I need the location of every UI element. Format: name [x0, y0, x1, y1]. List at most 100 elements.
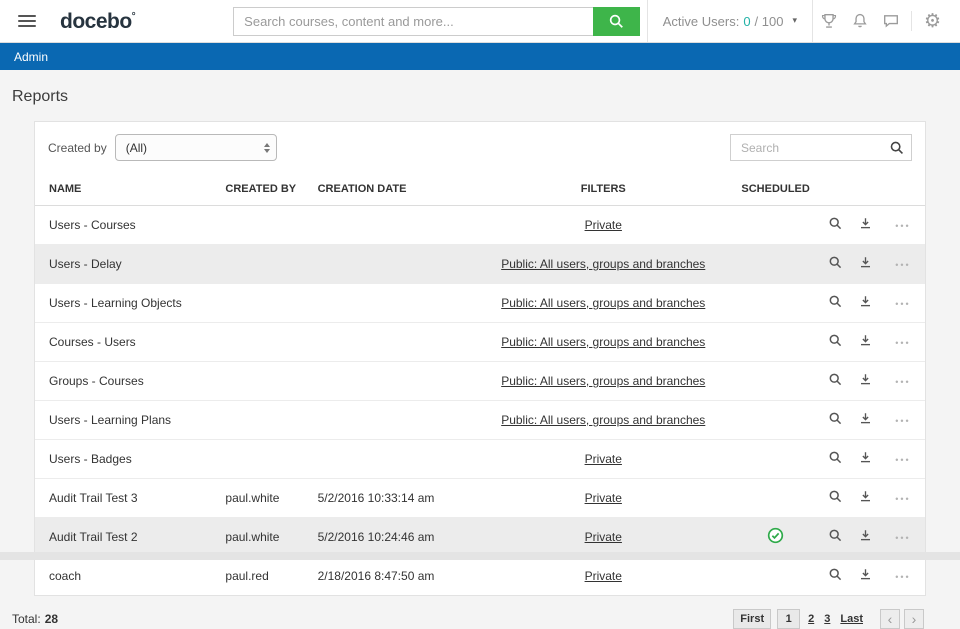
more-options-icon[interactable]: •••: [895, 533, 910, 543]
column-header-scheduled: SCHEDULED: [731, 173, 821, 206]
global-search-button[interactable]: [593, 7, 640, 36]
preview-search-icon[interactable]: [828, 528, 843, 546]
table-row[interactable]: Users - Delay Public: All users, groups …: [35, 245, 925, 284]
column-header-actions: [881, 173, 925, 206]
active-users-dropdown[interactable]: Active Users: 0 / 100 ▾: [647, 0, 813, 42]
report-filters-link[interactable]: Public: All users, groups and branches: [501, 335, 705, 349]
preview-search-icon[interactable]: [828, 216, 843, 234]
preview-search-icon[interactable]: [828, 411, 843, 429]
report-created-by: paul.white: [217, 479, 309, 518]
download-report-icon[interactable]: [858, 489, 873, 507]
preview-search-icon[interactable]: [828, 567, 843, 585]
report-created-by: paul.white: [217, 518, 309, 557]
table-row[interactable]: coach paul.red 2/18/2016 8:47:50 am Priv…: [35, 557, 925, 596]
top-bar: docebo ° Active Users: 0 / 100 ▾ ⚙: [0, 0, 960, 43]
preview-search-icon[interactable]: [828, 333, 843, 351]
report-name[interactable]: Groups - Courses: [35, 362, 217, 401]
table-row[interactable]: Audit Trail Test 3 paul.white 5/2/2016 1…: [35, 479, 925, 518]
report-created-by: paul.red: [217, 557, 309, 596]
report-filters-link[interactable]: Private: [585, 530, 622, 544]
more-options-icon[interactable]: •••: [895, 494, 910, 504]
download-report-icon[interactable]: [858, 372, 873, 390]
report-creation-date: [310, 362, 476, 401]
hamburger-menu-icon[interactable]: [18, 15, 36, 27]
pagination-first[interactable]: First: [733, 609, 771, 629]
report-name[interactable]: Users - Learning Plans: [35, 401, 217, 440]
more-options-icon[interactable]: •••: [895, 338, 910, 348]
report-name[interactable]: Users - Delay: [35, 245, 217, 284]
download-report-icon[interactable]: [858, 216, 873, 234]
notifications-bell-icon[interactable]: [844, 0, 875, 42]
admin-breadcrumb[interactable]: Admin: [14, 50, 48, 64]
report-creation-date: 5/2/2016 10:33:14 am: [310, 479, 476, 518]
table-row[interactable]: Groups - Courses Public: All users, grou…: [35, 362, 925, 401]
table-row[interactable]: Users - Learning Plans Public: All users…: [35, 401, 925, 440]
report-filters-link[interactable]: Private: [585, 218, 622, 232]
report-name[interactable]: Users - Courses: [35, 206, 217, 245]
report-name[interactable]: Users - Learning Objects: [35, 284, 217, 323]
pagination-prev-icon[interactable]: ‹: [880, 609, 900, 629]
page-title: Reports: [12, 88, 960, 106]
preview-search-icon[interactable]: [828, 372, 843, 390]
created-by-selected-value: (All): [126, 141, 147, 155]
settings-gear-icon[interactable]: ⚙: [917, 0, 948, 42]
report-name[interactable]: Users - Badges: [35, 440, 217, 479]
pagination-page-2[interactable]: 2: [808, 613, 814, 625]
more-options-icon[interactable]: •••: [895, 572, 910, 582]
table-row[interactable]: Users - Courses Private •••: [35, 206, 925, 245]
admin-bar: Admin: [0, 43, 960, 70]
preview-search-icon[interactable]: [828, 294, 843, 312]
report-filters-link[interactable]: Public: All users, groups and branches: [501, 374, 705, 388]
logo-degree-mark: °: [132, 12, 136, 22]
scheduled-check-icon: [767, 527, 784, 544]
download-report-icon[interactable]: [858, 333, 873, 351]
table-row[interactable]: Users - Badges Private •••: [35, 440, 925, 479]
table-row[interactable]: Users - Learning Objects Public: All use…: [35, 284, 925, 323]
table-search: [730, 134, 912, 161]
download-report-icon[interactable]: [858, 255, 873, 273]
report-filters-link[interactable]: Private: [585, 569, 622, 583]
more-options-icon[interactable]: •••: [895, 221, 910, 231]
report-filters-link[interactable]: Public: All users, groups and branches: [501, 296, 705, 310]
preview-search-icon[interactable]: [828, 489, 843, 507]
search-icon[interactable]: [889, 140, 905, 161]
preview-search-icon[interactable]: [828, 450, 843, 468]
horizontal-scrollbar[interactable]: [0, 552, 960, 560]
download-report-icon[interactable]: [858, 567, 873, 585]
more-options-icon[interactable]: •••: [895, 416, 910, 426]
preview-search-icon[interactable]: [828, 255, 843, 273]
pagination-next-icon[interactable]: ›: [904, 609, 924, 629]
pagination-last[interactable]: Last: [840, 613, 863, 625]
pagination-page-1[interactable]: 1: [777, 609, 800, 629]
download-report-icon[interactable]: [858, 294, 873, 312]
column-header-filters: FILTERS: [476, 173, 731, 206]
reports-table: NAME CREATED BY CREATION DATE FILTERS SC…: [35, 173, 925, 595]
created-by-select[interactable]: (All): [115, 134, 277, 161]
report-created-by: [217, 440, 309, 479]
global-search-bar: [233, 7, 640, 36]
pagination-page-3[interactable]: 3: [824, 613, 830, 625]
messages-chat-icon[interactable]: [875, 0, 906, 42]
download-report-icon[interactable]: [858, 411, 873, 429]
report-name[interactable]: Audit Trail Test 3: [35, 479, 217, 518]
docebo-logo[interactable]: docebo °: [60, 11, 135, 32]
report-name[interactable]: coach: [35, 557, 217, 596]
table-search-input[interactable]: [730, 134, 912, 161]
report-name[interactable]: Audit Trail Test 2: [35, 518, 217, 557]
more-options-icon[interactable]: •••: [895, 455, 910, 465]
report-filters-link[interactable]: Private: [585, 491, 622, 505]
more-options-icon[interactable]: •••: [895, 299, 910, 309]
report-filters-link[interactable]: Public: All users, groups and branches: [501, 413, 705, 427]
table-row[interactable]: Courses - Users Public: All users, group…: [35, 323, 925, 362]
more-options-icon[interactable]: •••: [895, 260, 910, 270]
report-filters-link[interactable]: Public: All users, groups and branches: [501, 257, 705, 271]
table-row[interactable]: Audit Trail Test 2 paul.white 5/2/2016 1…: [35, 518, 925, 557]
report-name[interactable]: Courses - Users: [35, 323, 217, 362]
gamification-trophy-icon[interactable]: [813, 0, 844, 42]
more-options-icon[interactable]: •••: [895, 377, 910, 387]
download-report-icon[interactable]: [858, 528, 873, 546]
icon-divider: [911, 11, 912, 31]
report-filters-link[interactable]: Private: [585, 452, 622, 466]
global-search-input[interactable]: [233, 7, 593, 36]
download-report-icon[interactable]: [858, 450, 873, 468]
